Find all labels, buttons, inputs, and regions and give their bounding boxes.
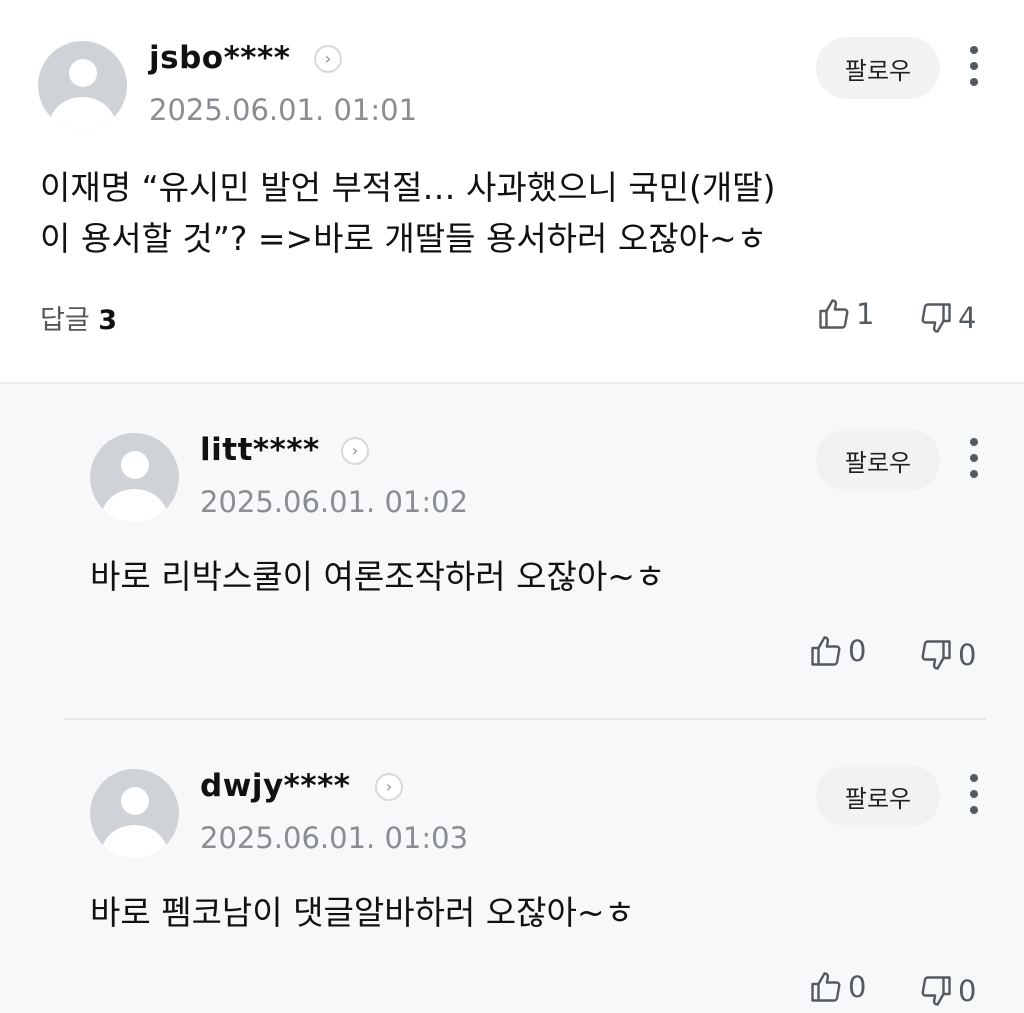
more-vertical-icon[interactable] <box>968 44 980 88</box>
follow-button[interactable]: 팔로우 <box>816 765 940 827</box>
thumbs-down-icon <box>921 303 951 333</box>
chevron-right-icon[interactable]: › <box>314 45 342 73</box>
dislike-count: 0 <box>958 638 977 672</box>
avatar[interactable] <box>90 433 179 522</box>
reply-text: 바로 펨코남이 댓글알바하러 오잖아~ㅎ <box>90 893 635 932</box>
username[interactable]: dwjy**** <box>200 768 351 804</box>
comment-date: 2025.06.01. 01:01 <box>149 93 418 127</box>
more-vertical-icon[interactable] <box>968 772 980 816</box>
reply-count-value: 3 <box>98 305 118 336</box>
main-comment: jsbo**** › 2025.06.01. 01:01 팔로우 이재명 “유시… <box>0 0 1024 382</box>
comment-text-line-2: 이 용서할 것”? =>바로 개딸들 용서하러 오잖아~ㅎ <box>40 219 767 258</box>
chevron-right-icon[interactable]: › <box>375 773 403 801</box>
reply-date: 2025.06.01. 01:02 <box>200 485 469 519</box>
reply-date: 2025.06.01. 01:03 <box>200 821 469 855</box>
chevron-right-icon[interactable]: › <box>341 437 369 465</box>
dislike-button[interactable]: 0 <box>918 973 976 1009</box>
reply-label: 답글 <box>40 305 90 336</box>
avatar-body-shape <box>101 489 168 522</box>
avatar-head-shape <box>121 787 149 815</box>
thumbs-down-icon <box>921 976 951 1006</box>
dislike-button[interactable]: 0 <box>918 637 976 673</box>
dislike-button[interactable]: 4 <box>918 300 976 336</box>
like-count: 1 <box>856 297 875 331</box>
more-vertical-icon[interactable] <box>968 436 980 480</box>
reply-divider <box>64 718 986 720</box>
like-button[interactable]: 1 <box>816 296 874 332</box>
username[interactable]: jsbo**** <box>149 40 290 76</box>
dislike-count: 0 <box>958 974 977 1008</box>
like-button[interactable]: 0 <box>808 633 866 669</box>
thumbs-up-icon <box>819 299 849 329</box>
thumbs-up-icon <box>811 972 841 1002</box>
like-count: 0 <box>848 634 867 668</box>
reply-count-button[interactable]: 답글 3 <box>40 298 117 337</box>
avatar-head-shape <box>69 59 97 87</box>
thumbs-up-icon <box>811 636 841 666</box>
dislike-count: 4 <box>958 301 977 335</box>
avatar[interactable] <box>38 41 127 130</box>
thumbs-down-icon <box>921 640 951 670</box>
avatar-body-shape <box>101 825 168 858</box>
avatar-head-shape <box>121 451 149 479</box>
comment-text-line-1: 이재명 “유시민 발언 부적절… 사과했으니 국민(개딸) <box>40 168 776 207</box>
reply-text: 바로 리박스쿨이 여론조작하러 오잖아~ㅎ <box>90 557 666 596</box>
username[interactable]: litt**** <box>200 432 320 468</box>
avatar[interactable] <box>90 769 179 858</box>
follow-button[interactable]: 팔로우 <box>816 37 940 99</box>
follow-button[interactable]: 팔로우 <box>816 429 940 491</box>
avatar-body-shape <box>49 97 116 130</box>
like-count: 0 <box>848 970 867 1004</box>
like-button[interactable]: 0 <box>808 969 866 1005</box>
